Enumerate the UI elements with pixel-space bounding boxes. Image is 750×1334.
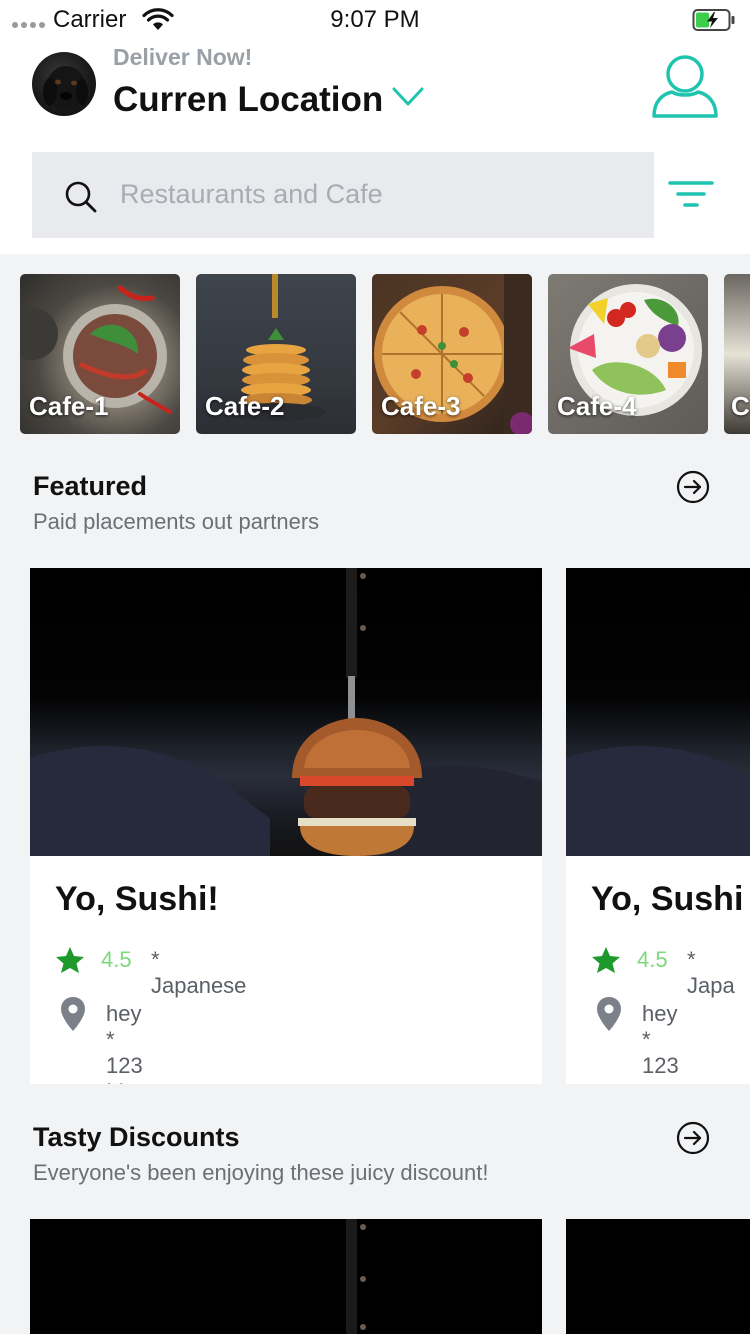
clock: 9:07 PM <box>330 6 420 33</box>
battery-charging-icon <box>692 9 735 31</box>
category-label: Cafe-1 <box>29 391 109 421</box>
arrow-right-circle-icon[interactable] <box>676 470 710 504</box>
dog-photo <box>43 66 88 110</box>
category-label: Cafe-2 <box>205 391 285 421</box>
search-icon <box>65 181 97 213</box>
category-card-cafe-1[interactable]: Cafe-1 <box>20 274 180 434</box>
chevron-down-icon[interactable] <box>392 86 424 108</box>
restaurant-name: Yo, Sushi <box>591 880 744 918</box>
search-placeholder: Restaurants and Cafe <box>120 179 383 209</box>
category-card-cafe-4[interactable]: Cafe-4 <box>548 274 708 434</box>
restaurant-card[interactable]: Yo, Sushi! 4.5 * Japanese hey * 123 Man … <box>30 568 542 1084</box>
burger-photo <box>346 1219 366 1334</box>
burger-photo <box>30 568 542 856</box>
star-icon <box>56 947 84 973</box>
deliver-now-label: Deliver Now! <box>113 44 253 70</box>
section-title-featured: Featured <box>33 471 148 501</box>
status-bar: Carrier 9:07 PM <box>0 0 750 40</box>
restaurant-card[interactable] <box>30 1219 542 1334</box>
filter-icon[interactable] <box>668 180 714 210</box>
section-subtitle-featured: Paid placements out partners <box>33 509 320 534</box>
category-card-cafe-3[interactable]: Cafe-3 <box>372 274 532 434</box>
arrow-right-circle-icon[interactable] <box>676 1121 710 1155</box>
category-label: C <box>731 391 750 421</box>
avatar[interactable] <box>32 52 96 116</box>
burger-photo <box>566 568 750 856</box>
category-label: Cafe-4 <box>557 391 637 421</box>
profile-icon[interactable] <box>650 52 720 120</box>
rating-value: 4.5 <box>101 947 132 972</box>
address-label: hey * 123 <box>642 1001 679 1078</box>
restaurant-card[interactable] <box>566 1219 750 1334</box>
category-label: Cafe-3 <box>381 391 461 421</box>
section-subtitle-tasty-discounts: Everyone's been enjoying these juicy dis… <box>33 1160 489 1185</box>
category-card-cafe-2[interactable]: Cafe-2 <box>196 274 356 434</box>
restaurant-card[interactable]: Yo, Sushi 4.5 * Japa hey * 123 <box>566 568 750 1084</box>
star-icon <box>592 947 620 973</box>
cuisine-label: * Japanese <box>151 947 247 998</box>
app-header: Deliver Now! Curren Location Restaurants… <box>0 40 750 254</box>
address-label: hey * 123 Man st <box>106 1001 149 1084</box>
location-pin-icon <box>597 997 621 1031</box>
rating-value: 4.5 <box>637 947 668 972</box>
restaurant-name: Yo, Sushi! <box>55 880 219 918</box>
location-pin-icon <box>61 997 85 1031</box>
search-input[interactable]: Restaurants and Cafe <box>32 152 654 238</box>
location-selector[interactable]: Curren Location <box>113 80 383 120</box>
section-title-tasty-discounts: Tasty Discounts <box>33 1122 240 1152</box>
category-card-cafe-5[interactable]: C <box>724 274 750 434</box>
cuisine-label: * Japa <box>687 947 735 998</box>
